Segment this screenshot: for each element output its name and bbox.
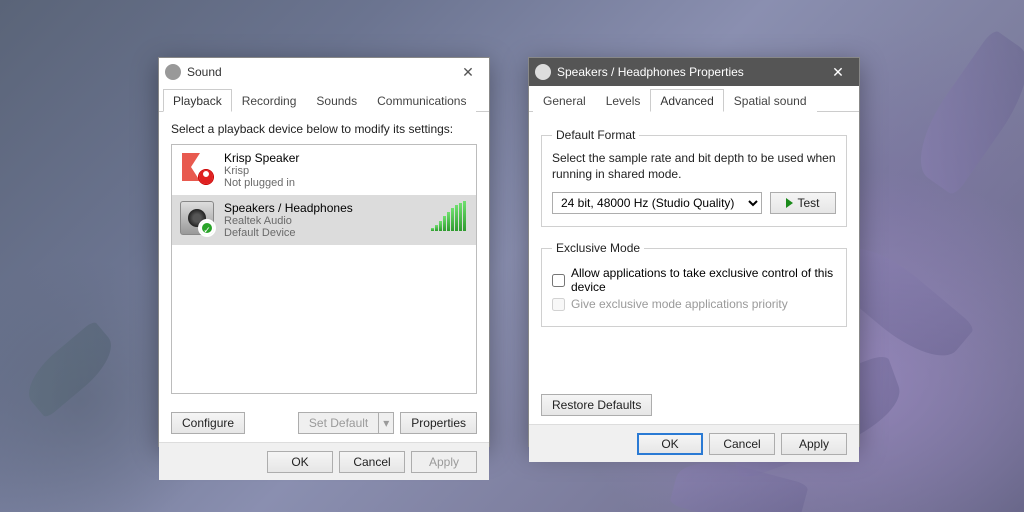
exclusive-mode-group: Exclusive Mode Allow applications to tak… [541,241,847,327]
tab-communications[interactable]: Communications [367,89,476,112]
device-name: Krisp Speaker [224,151,299,165]
apply-button[interactable]: Apply [781,433,847,455]
tab-advanced[interactable]: Advanced [650,89,723,112]
chevron-down-icon[interactable]: ▾ [378,412,394,434]
speaker-icon [165,64,181,80]
window-title: Sound [187,65,453,79]
exclusive-mode-legend: Exclusive Mode [552,241,644,255]
default-format-legend: Default Format [552,128,639,142]
tabs: Playback Recording Sounds Communications [159,88,489,112]
device-list[interactable]: Krisp Speaker Krisp Not plugged in ✓ Spe… [171,144,477,394]
tab-levels[interactable]: Levels [596,89,651,112]
test-button[interactable]: Test [770,192,836,214]
configure-button[interactable]: Configure [171,412,245,434]
titlebar[interactable]: Sound ✕ [159,58,489,86]
tab-general[interactable]: General [533,89,596,112]
cancel-button[interactable]: Cancel [339,451,405,473]
properties-button[interactable]: Properties [400,412,477,434]
speakers-icon: ✓ [180,201,214,235]
default-format-desc: Select the sample rate and bit depth to … [552,150,836,182]
default-check-icon: ✓ [200,221,214,235]
close-icon[interactable]: ✕ [453,64,483,81]
device-row[interactable]: Krisp Speaker Krisp Not plugged in [172,145,476,195]
window-title: Speakers / Headphones Properties [557,65,823,79]
format-select[interactable]: 24 bit, 48000 Hz (Studio Quality) [552,192,762,214]
tabs: General Levels Advanced Spatial sound [529,88,859,112]
close-icon[interactable]: ✕ [823,64,853,81]
tab-spatial[interactable]: Spatial sound [724,89,817,112]
speaker-icon [535,64,551,80]
titlebar[interactable]: Speakers / Headphones Properties ✕ [529,58,859,86]
device-name: Speakers / Headphones [224,201,353,215]
device-vendor: Krisp [224,165,299,177]
tab-sounds[interactable]: Sounds [306,89,367,112]
apply-button[interactable]: Apply [411,451,477,473]
tab-recording[interactable]: Recording [232,89,307,112]
tab-playback[interactable]: Playback [163,89,232,112]
device-row[interactable]: ✓ Speakers / Headphones Realtek Audio De… [172,195,476,245]
device-status: Default Device [224,227,353,239]
properties-window: Speakers / Headphones Properties ✕ Gener… [528,57,860,447]
ok-button[interactable]: OK [267,451,333,473]
krisp-speaker-icon [180,151,214,185]
ok-button[interactable]: OK [637,433,703,455]
level-meter-icon [431,201,468,231]
set-default-button[interactable]: Set Default ▾ [298,412,394,434]
device-vendor: Realtek Audio [224,215,353,227]
instruction-text: Select a playback device below to modify… [171,122,477,136]
default-format-group: Default Format Select the sample rate an… [541,128,847,227]
device-status: Not plugged in [224,177,299,189]
cancel-button[interactable]: Cancel [709,433,775,455]
restore-defaults-button[interactable]: Restore Defaults [541,394,652,416]
exclusive-control-checkbox[interactable]: Allow applications to take exclusive con… [552,266,836,294]
sound-window: Sound ✕ Playback Recording Sounds Commun… [158,57,490,447]
exclusive-priority-checkbox[interactable]: Give exclusive mode applications priorit… [552,297,836,311]
